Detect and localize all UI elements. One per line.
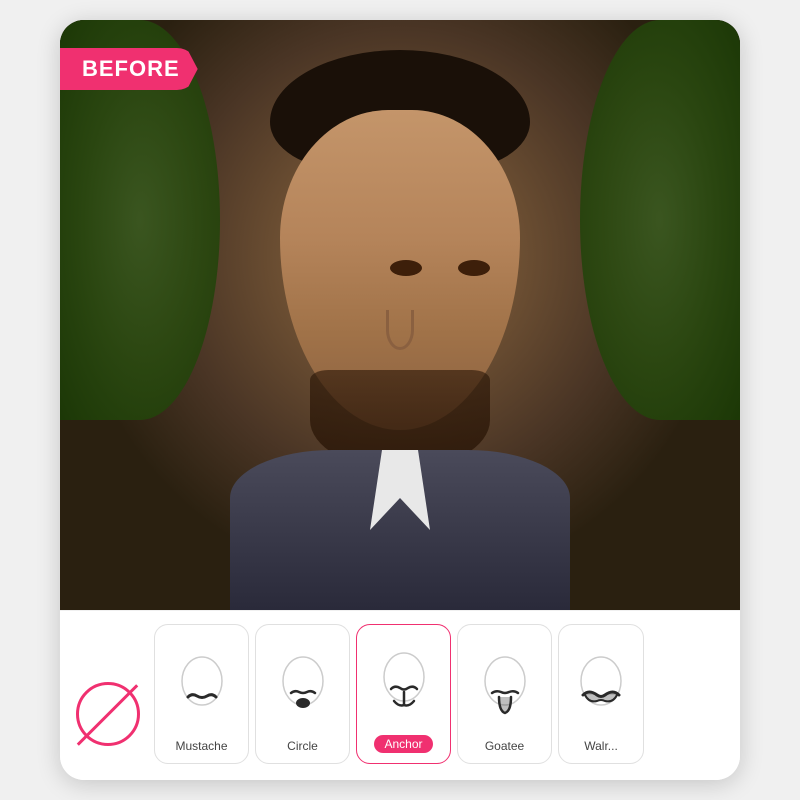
app-container: BEFORE Mustache [60,20,740,780]
walrus-label: Walr... [584,739,618,753]
circle-beard-icon [269,651,337,731]
beard-option-none[interactable] [68,624,148,764]
beard-option-walrus[interactable]: Walr... [558,624,644,764]
walrus-icon [567,651,635,731]
mustache-label: Mustache [175,739,227,753]
goatee-icon [471,651,539,731]
beard-option-circle[interactable]: Circle [255,624,350,764]
before-badge: BEFORE [60,48,198,90]
beard-option-goatee[interactable]: Goatee [457,624,552,764]
anchor-label: Anchor [374,735,432,753]
mustache-icon [168,651,236,731]
eye-right [458,260,490,276]
foliage-right [580,20,740,420]
nose [386,310,414,350]
beard-option-mustache[interactable]: Mustache [154,624,249,764]
goatee-label: Goatee [485,739,524,753]
eye-left [390,260,422,276]
suit [230,450,570,610]
circle-label: Circle [287,739,318,753]
collar [370,450,430,530]
face-skin [280,110,520,430]
no-beard-icon [76,682,140,746]
beard-option-anchor[interactable]: Anchor [356,624,451,764]
anchor-beard-icon [370,647,438,727]
photo-background [60,20,740,610]
photo-area: BEFORE [60,20,740,610]
beard-toolbar: Mustache Circle [60,610,740,780]
